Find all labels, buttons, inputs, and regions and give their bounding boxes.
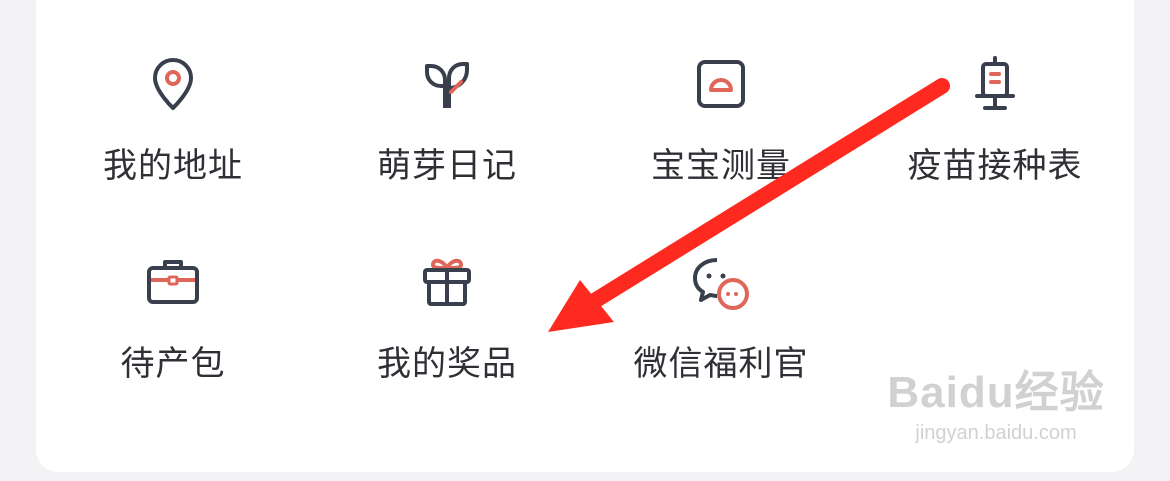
- address-item[interactable]: 我的地址: [36, 0, 310, 190]
- baby-measure-label: 宝宝测量: [651, 146, 791, 186]
- baidu-watermark: Baidu经验 jingyan.baidu.com: [886, 356, 1106, 456]
- briefcase-icon: [141, 250, 205, 314]
- wechat-chat-icon: [689, 250, 753, 314]
- watermark-url: jingyan.baidu.com: [915, 422, 1077, 444]
- gift-item[interactable]: 我的奖品: [310, 198, 584, 388]
- hospital-bag-label: 待产包: [120, 344, 226, 384]
- watermark-brand: Baidu经验: [887, 368, 1105, 417]
- gift-icon: [415, 250, 479, 314]
- address-label: 我的地址: [103, 146, 243, 186]
- sprout-diary-item[interactable]: 萌芽日记: [310, 0, 584, 190]
- location-pin-icon: [141, 52, 205, 116]
- vaccine-schedule-label: 疫苗接种表: [907, 146, 1083, 186]
- measure-scale-icon: [689, 52, 753, 116]
- gift-label: 我的奖品: [377, 344, 517, 384]
- vaccine-schedule-item[interactable]: 疫苗接种表: [858, 0, 1132, 190]
- sprout-leaf-icon: [415, 52, 479, 116]
- vaccine-syringe-icon: [963, 52, 1027, 116]
- baby-measure-item[interactable]: 宝宝测量: [584, 0, 858, 190]
- wechat-welfare-item[interactable]: 微信福利官: [584, 198, 858, 388]
- sprout-diary-label: 萌芽日记: [377, 146, 517, 186]
- hospital-bag-item[interactable]: 待产包: [36, 198, 310, 388]
- wechat-welfare-label: 微信福利官: [633, 344, 809, 384]
